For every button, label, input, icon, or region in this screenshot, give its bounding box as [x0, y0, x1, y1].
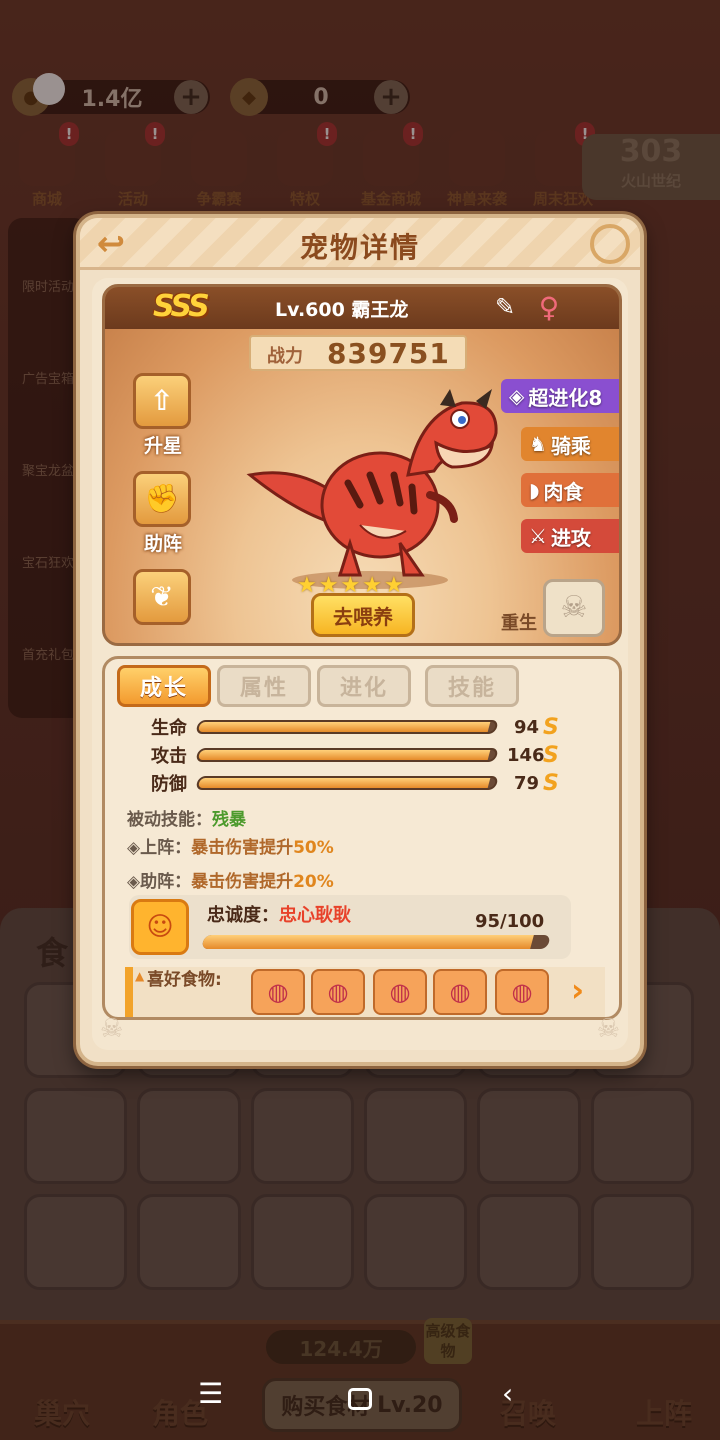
stat-hp: 生命 94 S [151, 714, 559, 740]
happy-face-icon: ☺ [131, 899, 189, 955]
stat-bar [195, 776, 499, 790]
fist-icon: ✊ [133, 471, 191, 527]
assist-button[interactable]: ✊ 助阵 [133, 471, 193, 556]
power-bar: 战力 839751 [249, 335, 467, 371]
loyalty-bar-fill [201, 935, 534, 949]
pet-detail-dialog: ↩ 宠物详情 SSS Lv.600 霸王龙 ✎ ♀ 战力 839751 ⇧ 升星… [76, 214, 644, 1066]
skill-prefix: 助阵： [140, 872, 192, 892]
ride-tag[interactable]: ♞ 骑乘 [521, 427, 619, 461]
rank-badge: SSS [153, 289, 210, 324]
system-menu-icon[interactable]: ☰ [198, 1377, 223, 1410]
scroll-left-icon[interactable]: ▲ [135, 969, 144, 983]
feed-button[interactable]: 去喂养 [311, 593, 415, 637]
skill-desc: 暴击伤害提升 [191, 838, 294, 858]
favorite-food-label: 喜好食物: [147, 970, 222, 990]
dino-skull-icon: ☠ [560, 590, 588, 625]
sausage-icon[interactable]: ◍ [373, 969, 427, 1015]
spiral-icon [590, 224, 630, 264]
super-evolve-tag[interactable]: ◈ 超进化8 [501, 379, 619, 413]
gender-icon[interactable]: ♀ [531, 291, 567, 327]
stat-defense: 防御 79 S [151, 770, 559, 796]
stat-value: 94 [513, 716, 539, 738]
stat-grade: S [543, 770, 559, 796]
stat-grade: S [543, 742, 559, 768]
skill-prefix: 上阵： [140, 838, 192, 858]
sword-icon: ⚔ [529, 524, 547, 548]
stat-label: 生命 [151, 718, 187, 739]
ride-icon: ♞ [529, 432, 547, 456]
assist-label: 助阵 [143, 533, 182, 555]
star-up-icon: ⇧ [133, 373, 191, 429]
leaf-icon: ❦ [133, 569, 191, 625]
passive-label: 被动技能： [127, 810, 212, 830]
tyrannosaurus-image [246, 389, 498, 589]
edit-name-icon[interactable]: ✎ [491, 293, 519, 321]
carnivore-tag[interactable]: ◗ 肉食 [521, 473, 619, 507]
assist-skill-line: ◈助阵：暴击伤害提升20% [127, 867, 334, 892]
system-home-icon[interactable] [348, 1388, 372, 1410]
detail-tabs: 成长 属性 进化 技能 [117, 665, 519, 707]
tab-skills[interactable]: 技能 [425, 665, 519, 707]
diamond-icon: ◈ [127, 838, 141, 858]
stat-value: 79 [513, 772, 539, 794]
loyalty-bar [201, 935, 551, 949]
skill-percent: 20% [293, 872, 334, 892]
skill-desc: 暴击伤害提升 [191, 872, 294, 892]
skill-percent: 50% [293, 838, 334, 858]
tab-growth[interactable]: 成长 [117, 665, 211, 707]
favorite-food-strip: ▲ 喜好食物: ◍ ◍ ◍ ◍ ◍ › [125, 967, 605, 1017]
star-up-button[interactable]: ⇧ 升星 [133, 373, 193, 458]
reborn-button[interactable]: ☠ [543, 579, 605, 637]
passive-skill: 被动技能：残暴 [127, 805, 246, 830]
stat-bar-fill [197, 778, 491, 788]
power-value: 839751 [327, 337, 450, 370]
deploy-skill-line: ◈上阵：暴击伤害提升50% [127, 833, 334, 858]
stat-value: 146 [507, 744, 545, 766]
reborn-label: 重生 [501, 613, 537, 634]
stat-label: 攻击 [151, 746, 187, 767]
stat-bar [195, 748, 499, 762]
dragon-icon: ◈ [509, 384, 525, 408]
stat-attack: 攻击 146 S [151, 742, 559, 768]
meat-icon[interactable]: ◍ [251, 969, 305, 1015]
pet-showcase: SSS Lv.600 霸王龙 ✎ ♀ 战力 839751 ⇧ 升星 ✊ 助阵 ❦… [102, 284, 622, 646]
chevron-right-icon[interactable]: › [571, 971, 584, 1009]
loyalty-label: 忠诚度：忠心耿耿 [207, 905, 351, 926]
skull-decoration-icon: ☠ [596, 1014, 620, 1044]
rib-icon[interactable]: ◍ [495, 969, 549, 1015]
loyalty-box: ☺ 忠诚度：忠心耿耿 95/100 [129, 895, 571, 959]
dialog-header: ↩ 宠物详情 [80, 218, 640, 270]
stat-bar-fill [197, 722, 491, 732]
attack-tag[interactable]: ⚔ 进攻 [521, 519, 619, 553]
power-label: 战力 [267, 346, 303, 367]
pet-name: Lv.600 霸王龙 [275, 299, 409, 321]
system-back-icon[interactable]: ‹ [502, 1377, 513, 1410]
tab-evolution[interactable]: 进化 [317, 665, 411, 707]
stat-bar-fill [197, 750, 491, 760]
meat-icon: ◗ [529, 478, 540, 502]
stat-bar [195, 720, 499, 734]
stat-label: 防御 [151, 774, 187, 795]
passive-name: 残暴 [212, 810, 246, 830]
dialog-title: 宠物详情 [299, 231, 420, 264]
dialog-body: SSS Lv.600 霸王龙 ✎ ♀ 战力 839751 ⇧ 升星 ✊ 助阵 ❦… [92, 278, 628, 1050]
steak-icon[interactable]: ◍ [433, 969, 487, 1015]
pet-details-panel: 成长 属性 进化 技能 生命 94 S 攻击 146 S 防御 79 S 被动技… [102, 656, 622, 1020]
diamond-icon: ◈ [127, 872, 141, 892]
loyalty-status: 忠心耿耿 [279, 905, 351, 926]
star-up-label: 升星 [143, 435, 182, 457]
stat-grade: S [543, 714, 559, 740]
tab-attributes[interactable]: 属性 [217, 665, 311, 707]
skull-decoration-icon: ☠ [100, 1014, 124, 1044]
leaf-button[interactable]: ❦ [133, 569, 193, 625]
ham-icon[interactable]: ◍ [311, 969, 365, 1015]
loyalty-count: 95/100 [475, 911, 545, 932]
